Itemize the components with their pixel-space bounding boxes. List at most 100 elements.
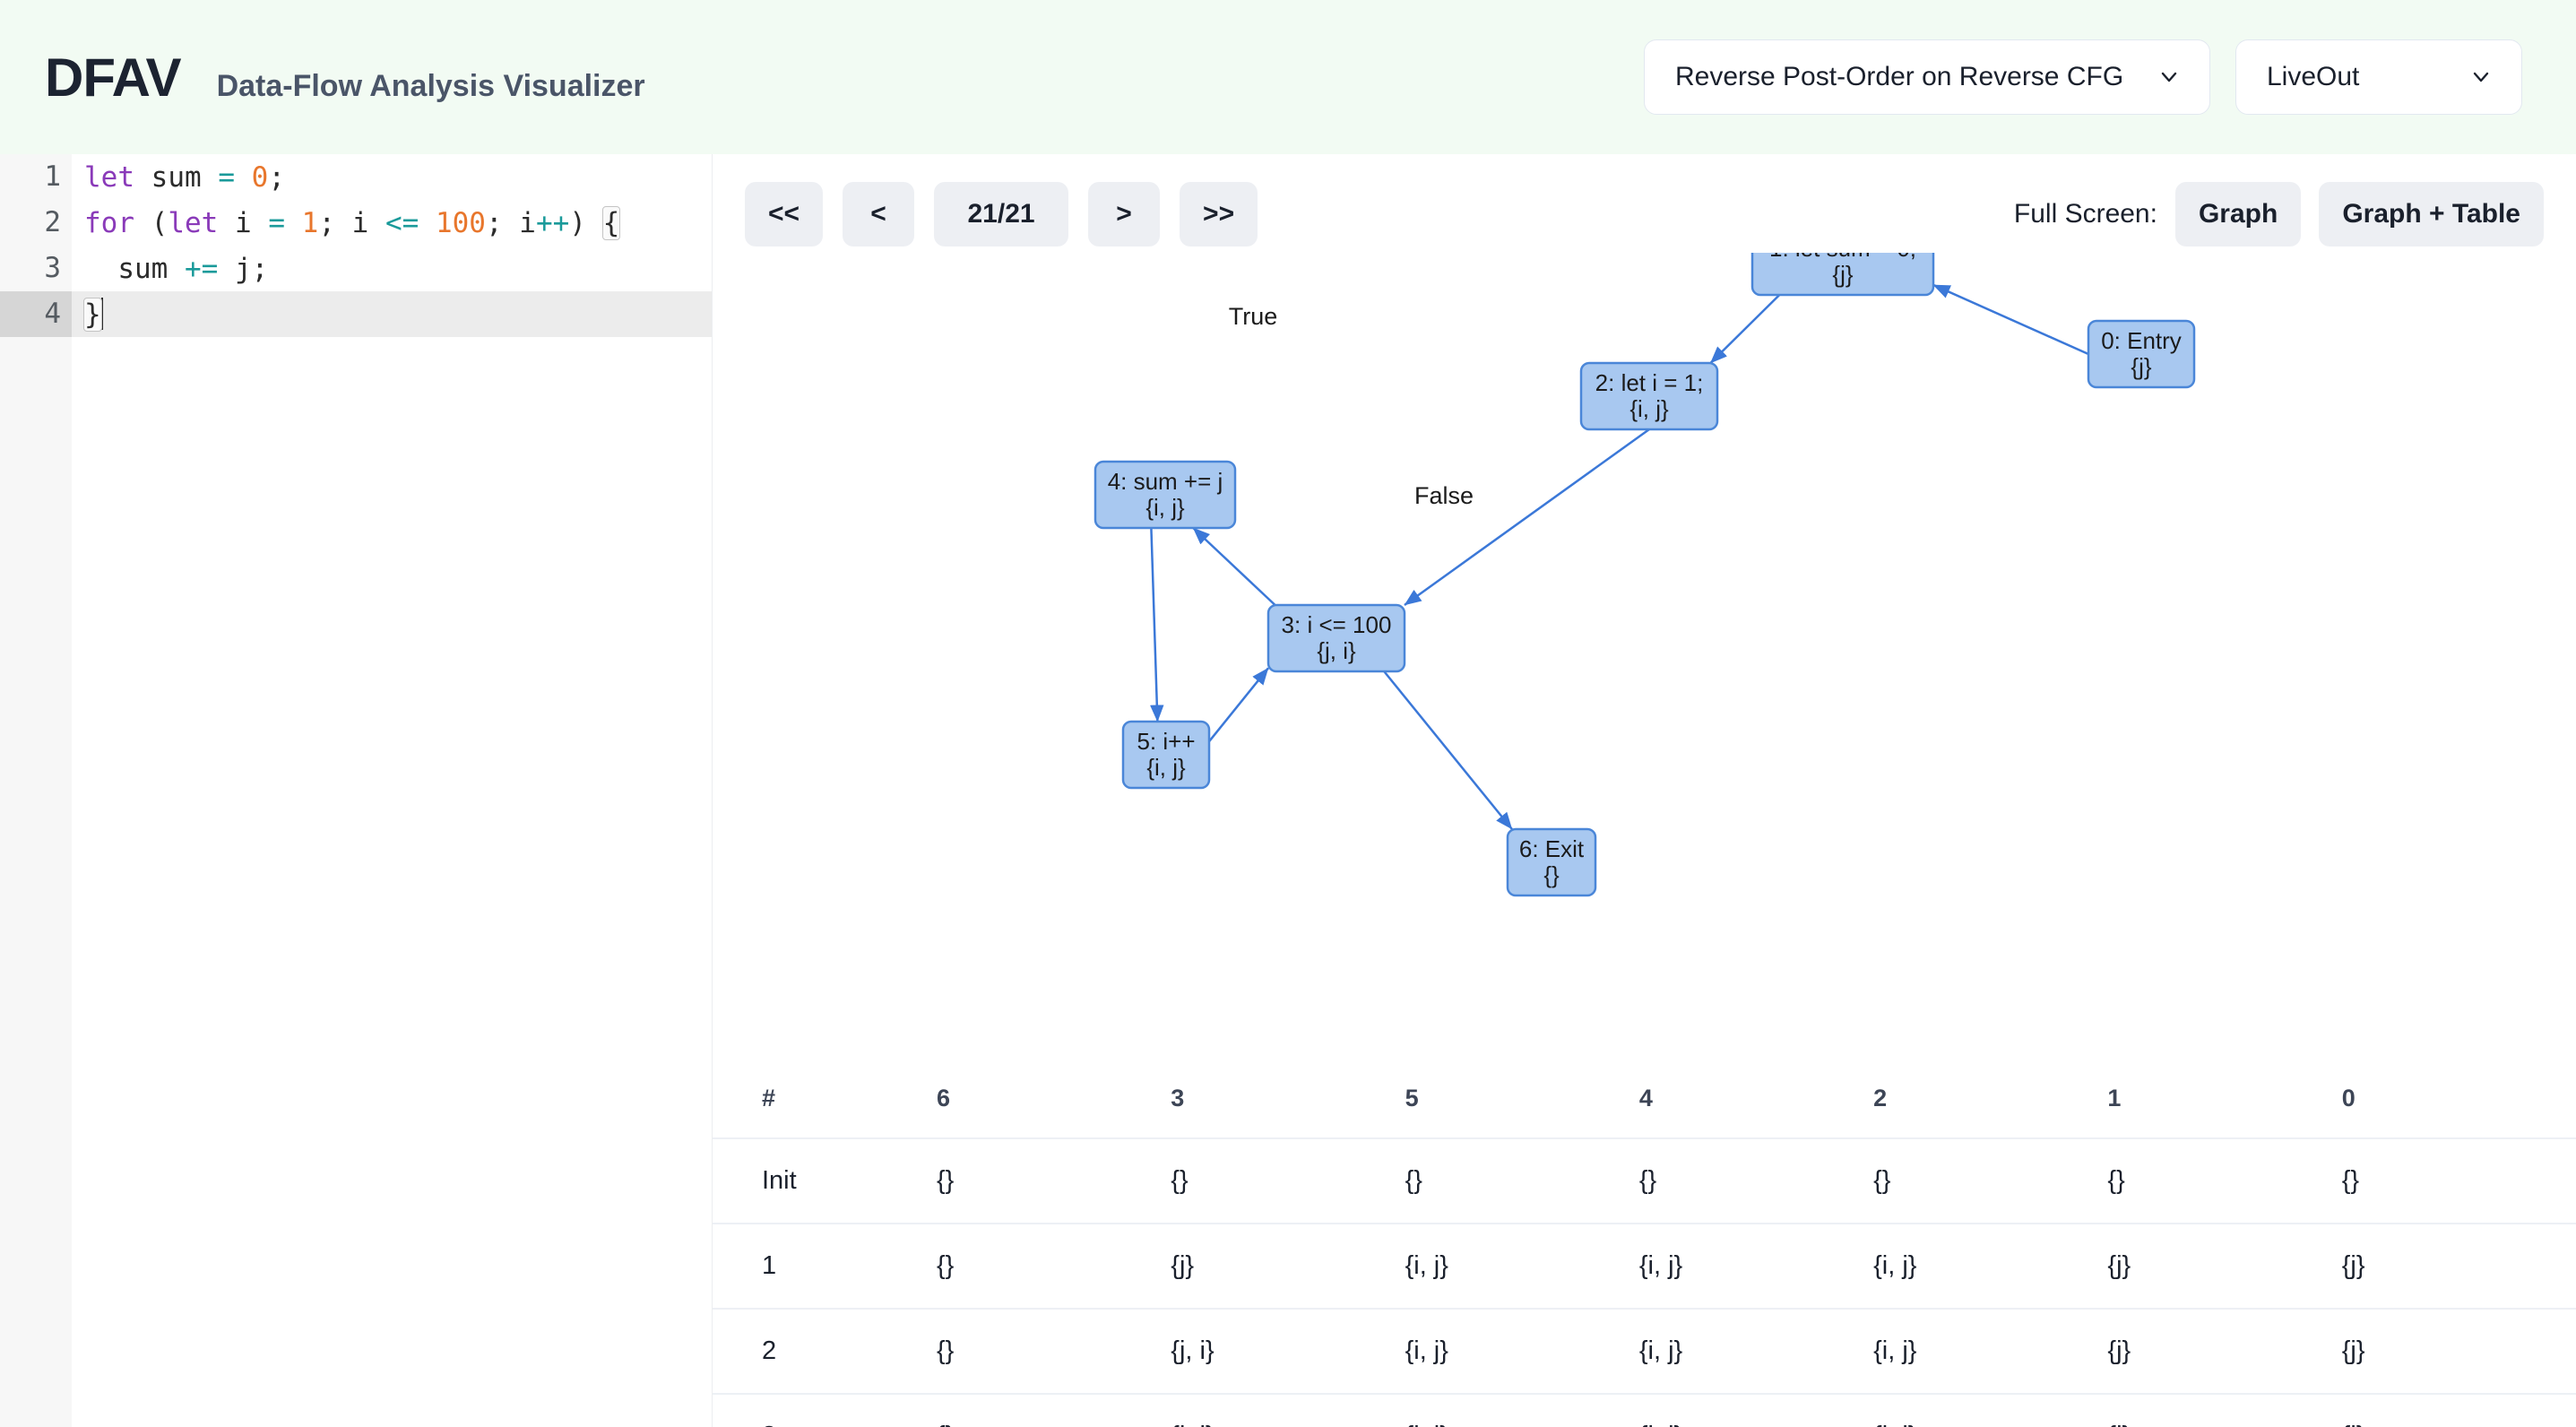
cfg-graph[interactable]: 0: Entry{j} 1: let sum = 0;{j} 2: let i = … [713,253,2576,1059]
edge-label-false: False [1414,482,1474,509]
cfg-node-6[interactable]: 6: Exit{} [1506,827,1597,897]
cfg-nodes: 0: Entry{j} 1: let sum = 0;{j} 2: let i = … [1094,253,2196,897]
step-counter[interactable]: 21/21 [934,182,1069,246]
brand: DFAV Data-Flow Analysis Visualizer [45,47,645,108]
table-cell: {} [937,1309,1171,1395]
line-number: 3 [0,246,72,291]
table-cell: {} [2107,1138,2342,1224]
table-cell: {} [1638,1138,1874,1224]
table-cell: {i, j} [1873,1309,2108,1395]
code-token-operator: ++ [535,206,570,239]
code-token-punct: ( [134,206,169,239]
table-col-header-block-1: 1 [2107,1059,2342,1139]
table-cell: {} [2341,1138,2576,1224]
code-token-operator: = [268,206,285,239]
table-cell: {} [1405,1138,1639,1224]
cfg-node-set: {j, i} [1317,637,1356,664]
traversal-order-select[interactable]: Reverse Post-Order on Reverse CFG [1644,39,2210,115]
gutter-background [0,154,72,1427]
analysis-type-select[interactable]: LiveOut [2235,39,2522,115]
prev-step-button[interactable]: < [843,182,915,246]
header-controls: Reverse Post-Order on Reverse CFG LiveOu… [1644,39,2522,115]
table-row: 2{} {j, i} {i, j} {i, j} {i, j} {j} {j} [713,1309,2576,1395]
table-col-header-block-3: 3 [1171,1059,1405,1139]
step-toolbar: << < 21/21 > >> Full Screen: Graph Graph… [713,154,2576,253]
table-row-label: 1 [713,1224,937,1310]
table-cell: {i, j} [1405,1309,1639,1395]
table-header-row: #6 3 5 4 2 1 0 [713,1059,2576,1139]
cfg-node-5[interactable]: 5: i++{i, j} [1121,720,1211,790]
cfg-edge-labels: True False [1229,303,1474,509]
cfg-node-title: 2: let i = 1; [1595,369,1704,396]
cfg-node-4[interactable]: 4: sum += j{i, j} [1094,460,1237,530]
app-logo: DFAV [45,47,182,108]
code-token-punct: ) [569,206,603,239]
table-cell: {j} [2107,1394,2342,1427]
cfg-edge-4-5 [1150,527,1164,722]
code-line-3[interactable]: 3 sum += j; [0,246,712,291]
table-row: 3{}{j, i}{i, j}{i, j}{i, j}{j}{j} [713,1394,2576,1427]
table-cell: {j, i} [1171,1309,1405,1395]
code-token-punct: ; [268,160,285,194]
code-content: let sum = 0; [72,161,285,194]
code-token-ident: j [218,252,252,285]
code-token-punct: ; [251,252,269,285]
code-token-operator: = [218,160,235,194]
code-token-operator: <= [385,206,419,239]
code-token-number: 1 [285,206,319,239]
cfg-node-2[interactable]: 2: let i = 1;{i, j} [1579,361,1719,431]
code-token-punct: ; i [485,206,536,239]
cfg-edge-3-6 [1383,670,1513,830]
cfg-node-0[interactable]: 0: Entry{j} [2087,319,2196,389]
cfg-edge-3-4 [1192,527,1276,606]
fullscreen-graph-button[interactable]: Graph [2174,182,2302,246]
cfg-node-title: 4: sum += j [1108,468,1223,495]
table-row: Init{}{}{}{}{}{}{} [713,1138,2576,1224]
code-line-1[interactable]: 1 let sum = 0; [0,154,712,200]
line-number: 4 [0,291,72,337]
dataflow-table: #6 3 5 4 2 1 0 Init{}{}{}{}{}{}{} 1{} {j} {i, j}{… [713,1059,2576,1427]
table-col-header-block-0: 0 [2341,1059,2576,1139]
code-token-keyword: for [84,206,134,239]
last-step-button[interactable]: >> [1180,182,1258,246]
code-token-keyword: let [84,160,134,194]
app-header: DFAV Data-Flow Analysis Visualizer Rever… [0,0,2576,154]
next-step-button[interactable]: > [1088,182,1161,246]
code-token-ident: i [218,206,269,239]
code-line-4[interactable]: 4 } [0,291,712,337]
edge-label-true: True [1229,303,1278,330]
cfg-node-1[interactable]: 1: let sum = 0;{j} [1750,253,1935,297]
dataflow-table-container[interactable]: #6 3 5 4 2 1 0 Init{}{}{}{}{}{}{} 1{} {j} {i, j}{… [713,1059,2576,1427]
cfg-node-3[interactable]: 3: i <= 100{j, i} [1266,603,1406,673]
table-cell: {} [1171,1138,1405,1224]
table-cell: {i, j} [1638,1309,1874,1395]
visualization-pane: << < 21/21 > >> Full Screen: Graph Graph… [713,154,2576,1427]
table-body: Init{}{}{}{}{}{}{} 1{} {j} {i, j} {i, j} {i, … [713,1138,2576,1427]
code-token-ident: sum [84,252,185,285]
table-cell: {i, j} [1405,1394,1639,1427]
table-cell: {i, j} [1873,1224,2108,1310]
analysis-type-value: LiveOut [2267,62,2360,91]
traversal-order-value: Reverse Post-Order on Reverse CFG [1675,62,2124,91]
main-area: 1 let sum = 0; 2 for (let i = 1; i <= 10… [0,154,2576,1427]
fullscreen-graph-table-button[interactable]: Graph + Table [2319,182,2544,246]
code-content: for (let i = 1; i <= 100; i++) { [72,205,621,240]
table-row-label: 3 [713,1394,937,1427]
code-line-2[interactable]: 2 for (let i = 1; i <= 100; i++) { [0,200,712,246]
code-token-ident: sum [134,160,219,194]
table-cell: {j} [2341,1224,2576,1310]
app-title: Data-Flow Analysis Visualizer [216,68,645,103]
code-token-number: 100 [419,206,486,239]
line-number: 1 [0,154,72,200]
table-col-header-index: # [713,1059,937,1139]
code-editor[interactable]: 1 let sum = 0; 2 for (let i = 1; i <= 10… [0,154,713,1427]
cfg-node-set: {i, j} [1145,494,1185,521]
cfg-edge-0-1 [1932,283,2089,356]
table-row: 1{} {j} {i, j} {i, j} {i, j} {j} {j} [713,1224,2576,1310]
first-step-button[interactable]: << [745,182,824,246]
table-col-header-block-6: 6 [937,1059,1171,1139]
table-cell: {} [937,1394,1171,1427]
table-cell: {i, j} [1405,1224,1639,1310]
table-cell: {j} [2341,1309,2576,1395]
cfg-node-set: {} [1543,861,1560,888]
